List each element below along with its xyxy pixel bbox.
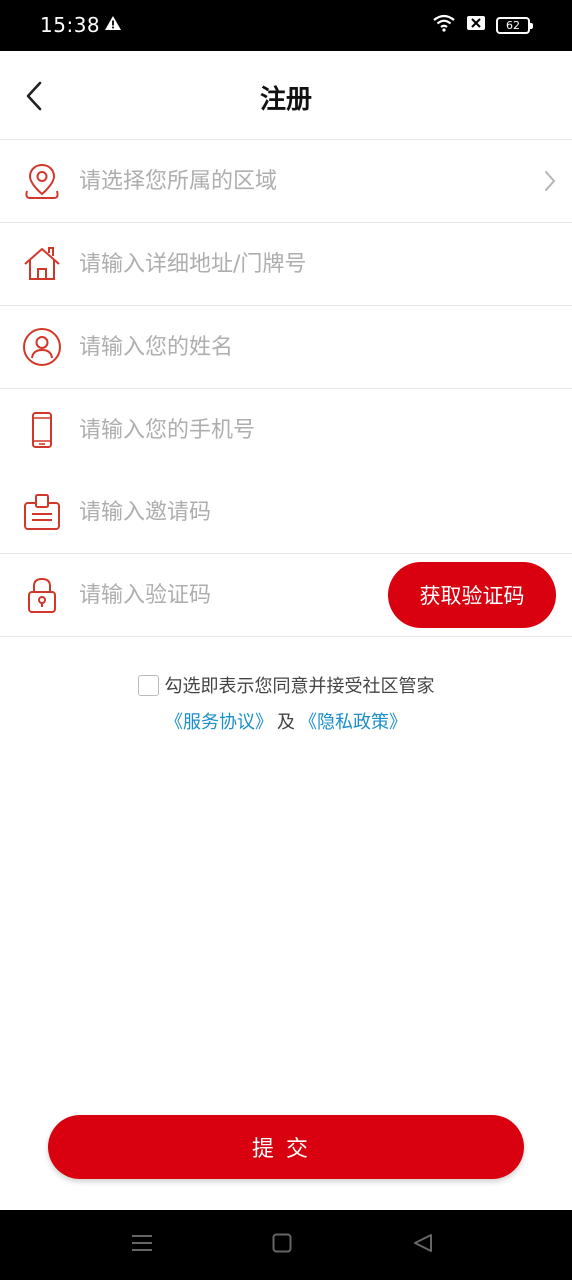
home-icon <box>24 247 60 280</box>
header: 注册 <box>0 51 572 140</box>
address-row <box>0 223 572 306</box>
service-agreement-link[interactable]: 《服务协议》 <box>165 708 273 734</box>
region-select[interactable] <box>79 158 379 204</box>
region-row[interactable] <box>0 140 572 223</box>
phone-icon <box>32 412 52 448</box>
back-triangle-icon[interactable] <box>412 1232 434 1254</box>
privacy-policy-link[interactable]: 《隐私政策》 <box>299 708 407 734</box>
agreement-line: 勾选即表示您同意并接受社区管家 <box>0 672 572 698</box>
battery-icon: 62 <box>496 16 533 34</box>
invite-code-input[interactable] <box>79 489 379 535</box>
menu-icon[interactable] <box>131 1232 153 1254</box>
agreement-links: 《服务协议》 及 《隐私政策》 <box>0 708 572 734</box>
agreement-text: 勾选即表示您同意并接受社区管家 <box>164 676 435 697</box>
phone-row <box>0 389 572 472</box>
submit-button[interactable]: 提交 <box>48 1115 524 1179</box>
agree-checkbox[interactable] <box>137 674 159 696</box>
user-icon <box>23 328 61 366</box>
phone-input[interactable] <box>79 407 379 453</box>
sim-off-icon <box>466 14 486 36</box>
address-input[interactable] <box>79 241 379 287</box>
get-code-button[interactable]: 获取验证码 <box>388 562 556 628</box>
verification-code-input[interactable] <box>79 572 369 618</box>
status-indicators: 62 <box>432 14 533 36</box>
page-title: 注册 <box>259 85 312 115</box>
code-row: 获取验证码 <box>0 554 572 637</box>
invite-row <box>0 471 572 554</box>
status-bar: 15:38 62 <box>0 0 572 51</box>
chevron-right-icon <box>545 171 556 191</box>
location-pin-icon <box>25 163 59 199</box>
and-text: 及 <box>277 712 295 733</box>
home-button-icon[interactable] <box>272 1232 292 1254</box>
id-badge-icon <box>24 494 60 530</box>
lock-icon <box>28 577 56 613</box>
warning-icon <box>104 15 122 35</box>
wifi-icon <box>432 14 456 36</box>
name-row <box>0 306 572 389</box>
status-time: 15:38 <box>40 13 101 37</box>
name-input[interactable] <box>79 324 379 370</box>
system-nav-bar <box>0 1210 572 1280</box>
